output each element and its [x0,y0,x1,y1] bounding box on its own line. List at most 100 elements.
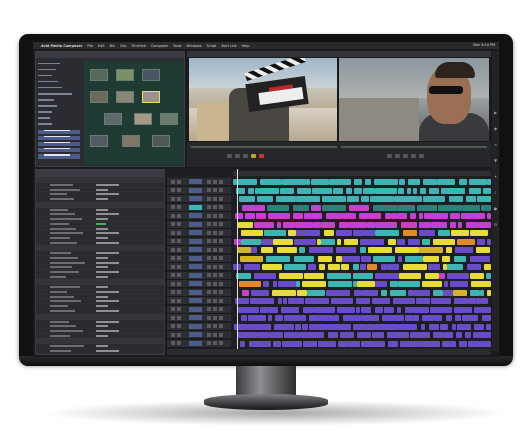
timeline-clip[interactable] [237,332,257,338]
timeline-clip[interactable] [281,306,299,313]
inspector-value[interactable] [96,232,119,235]
track-toggle-button[interactable] [213,290,217,294]
menu-file[interactable]: File [87,44,93,48]
timeline-clip[interactable] [326,213,342,219]
timeline-clip[interactable] [397,306,401,313]
timeline-clip[interactable] [454,255,466,262]
timeline-clip[interactable] [241,315,247,321]
track-header[interactable] [167,280,231,288]
timeline-clip[interactable] [423,196,445,202]
timeline-clip[interactable] [340,332,354,338]
track-toggle-button[interactable] [219,239,223,243]
timeline-clip[interactable] [333,187,343,194]
timeline-clip[interactable] [397,238,405,245]
timeline-clip[interactable] [254,221,274,228]
track-toggle-button[interactable] [171,332,175,337]
track-toggle-button[interactable] [177,222,181,226]
timeline-clip[interactable] [388,340,398,347]
track-toggle-button[interactable] [213,256,217,260]
track-toggle-button[interactable] [213,273,217,277]
track-toggle-button[interactable] [177,213,181,218]
bin-tree-item[interactable] [38,68,68,74]
timeline-clip[interactable] [308,264,316,270]
timeline-clip[interactable] [321,238,335,245]
menu-avid-link[interactable]: Avid Link [221,44,236,48]
timeline-clip[interactable] [250,298,274,304]
track-header[interactable] [167,178,231,186]
track-toggle-button[interactable] [171,290,175,294]
track-toggle-button[interactable] [219,179,223,184]
timeline-clip[interactable] [262,264,282,270]
timeline-clip[interactable] [444,281,448,287]
inspector-value[interactable] [96,241,119,244]
timeline-clip[interactable] [274,323,294,330]
inspector-value[interactable] [96,184,119,186]
timeline-clip[interactable] [361,340,385,347]
track-toggle-button[interactable] [171,307,175,311]
timeline-clip[interactable] [357,281,375,287]
timeline-clip[interactable] [461,213,485,219]
clip-thumbnail-selected[interactable] [142,91,160,103]
timeline-clip[interactable] [467,264,481,270]
track-toggle-button[interactable] [177,315,181,320]
timeline-clip[interactable] [419,247,443,253]
timeline-clip[interactable] [422,281,442,287]
timeline-clip[interactable] [260,179,282,185]
timeline-clip[interactable] [470,230,488,236]
timeline-clip[interactable] [327,323,351,330]
clip-thumbnail[interactable] [90,135,108,147]
timeline-clip[interactable] [401,221,417,228]
timeline-clip[interactable] [477,196,491,202]
timeline-clip[interactable] [239,281,261,287]
track-toggle-button[interactable] [177,341,181,345]
timeline-clip[interactable] [284,315,300,321]
inspector-value[interactable] [96,271,119,273]
timeline-clip[interactable] [349,204,369,211]
timeline-clip[interactable] [354,289,362,296]
bin-tree-item[interactable] [38,117,68,122]
timeline-clip[interactable] [393,298,415,304]
timeline-clip[interactable] [397,204,415,211]
timeline-clip[interactable] [433,289,443,296]
timeline-clip[interactable] [304,272,324,279]
timeline-clip[interactable] [476,247,490,253]
timeline-clip[interactable] [354,179,362,185]
timeline-clip[interactable] [328,281,352,287]
track-toggle-button[interactable] [171,205,175,209]
timeline-clip[interactable] [438,230,450,236]
timeline-clip[interactable] [328,332,338,338]
track-header[interactable] [167,212,231,220]
timeline-clip[interactable] [356,298,370,304]
timeline-clip[interactable] [447,272,469,279]
timeline-clip[interactable] [238,306,259,313]
timeline-clip[interactable] [419,221,431,228]
timeline-clip[interactable] [434,315,442,321]
timeline-clip[interactable] [459,179,467,185]
timeline-clip[interactable] [266,255,290,262]
timeline-clip[interactable] [251,289,269,296]
timeline-clip[interactable] [486,272,491,279]
clip-thumbnail[interactable] [90,69,108,81]
track-toggle-button[interactable] [171,281,175,286]
track-toggle-button[interactable] [207,222,211,226]
timeline-clip[interactable] [362,289,378,296]
timeline-clip[interactable] [481,204,491,211]
track-toggle-button[interactable] [177,332,181,337]
track-toggle-button[interactable] [177,247,181,252]
track-toggle-button[interactable] [213,239,217,243]
inspector-value[interactable] [96,300,119,303]
timeline-clip[interactable] [349,221,367,228]
track-toggle-button[interactable] [207,256,211,260]
track-selector[interactable] [189,204,202,210]
timeline-clip[interactable] [387,264,399,270]
timeline-clip[interactable] [361,306,371,313]
timeline-clip[interactable] [268,315,272,321]
timeline-clip[interactable] [405,315,413,321]
timeline-clip[interactable] [311,204,321,211]
timeline-clip[interactable] [446,315,452,321]
timeline-clip[interactable] [239,196,255,202]
timeline-clip[interactable] [455,315,461,321]
timeline-clip[interactable] [367,264,377,270]
track-selector[interactable] [189,332,202,337]
timeline-clip[interactable] [381,289,387,296]
